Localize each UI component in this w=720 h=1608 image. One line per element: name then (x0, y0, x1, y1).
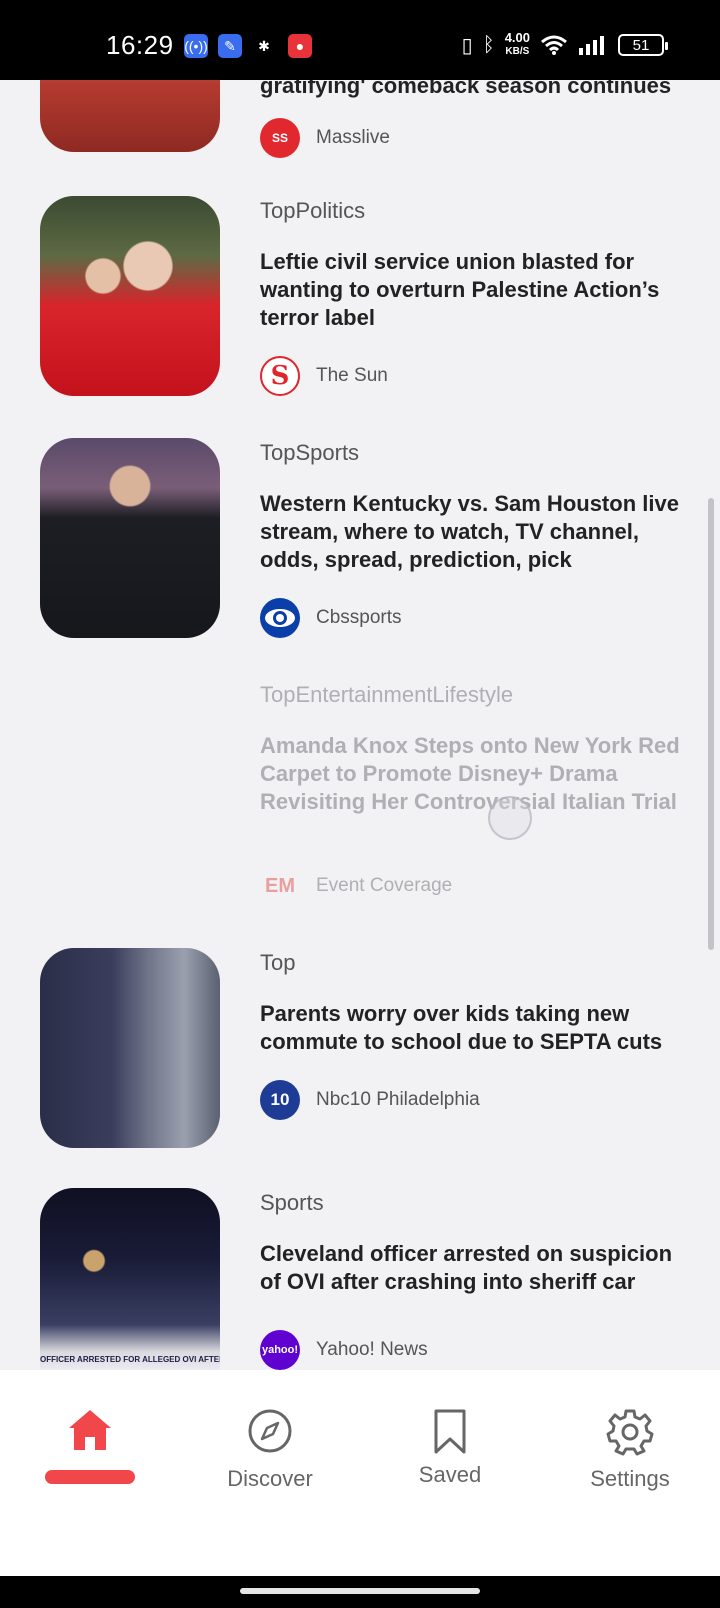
article-card[interactable]: Top Parents worry over kids taking new c… (0, 948, 720, 1178)
status-time: 16:29 (106, 30, 174, 60)
the-sun-logo-icon: S (260, 356, 300, 396)
yahoo-logo-icon: yahoo! (260, 1330, 300, 1370)
article-source[interactable]: EM Event Coverage (260, 866, 452, 906)
train-platform-photo-thumbnail[interactable] (40, 948, 220, 1148)
article-headline[interactable]: Leftie civil service union blasted for w… (260, 248, 680, 332)
signal-icon (579, 36, 604, 55)
network-speed-unit: KB/S (505, 46, 530, 57)
nav-home[interactable] (0, 1406, 180, 1484)
police-scene-photo-thumbnail[interactable]: OFFICER ARRESTED FOR ALLEGED OVI AFTER (40, 1188, 220, 1370)
broadcast-icon: ((•)) (184, 34, 208, 58)
vibrate-icon: ▯ (461, 34, 473, 57)
app-notification-icon: ✎ (218, 34, 242, 58)
article-headline[interactable]: Western Kentucky vs. Sam Houston live st… (260, 490, 680, 574)
masslive-logo-icon: SS (260, 118, 300, 158)
compass-icon (248, 1409, 292, 1453)
thumbnail-caption: OFFICER ARRESTED FOR ALLEGED OVI AFTER (40, 1355, 220, 1364)
article-source[interactable]: 10 Nbc10 Philadelphia (260, 1080, 480, 1120)
article-category: Top (260, 950, 296, 975)
source-name: Cbssports (316, 607, 402, 628)
bookmark-icon (434, 1409, 466, 1454)
article-source[interactable]: SS Masslive (260, 118, 390, 158)
article-card[interactable]: TopSports Western Kentucky vs. Sam Houst… (0, 438, 720, 668)
active-tab-indicator (45, 1470, 135, 1484)
article-source[interactable]: Cbssports (260, 598, 402, 638)
gear-icon (606, 1409, 654, 1456)
event-coverage-logo-icon: EM (265, 874, 295, 897)
article-headline[interactable]: Parents worry over kids taking new commu… (260, 1000, 680, 1056)
home-gesture-bar[interactable] (240, 1588, 480, 1594)
nav-label: Settings (590, 1466, 670, 1491)
cbs-eye-logo-icon (260, 598, 300, 638)
nbc10-logo-icon: 10 (260, 1080, 300, 1120)
article-source[interactable]: yahoo! Yahoo! News (260, 1330, 428, 1370)
article-source[interactable]: S The Sun (260, 356, 388, 396)
article-card[interactable]: OFFICER ARRESTED FOR ALLEGED OVI AFTER S… (0, 1188, 720, 1370)
nav-settings[interactable]: Settings (540, 1406, 720, 1492)
news-feed[interactable]: gratifying' comeback season continues SS… (0, 80, 720, 1370)
screen-record-icon: ● (288, 34, 312, 58)
source-name: The Sun (316, 365, 388, 386)
nav-label: Discover (227, 1466, 313, 1491)
bottom-navigation: Discover Saved Settings (0, 1370, 720, 1576)
bluetooth-icon: ᛒ (482, 33, 495, 56)
status-right: ▯ ᛒ 4.00 KB/S 51 (461, 30, 668, 58)
article-card[interactable]: TopPolitics Leftie civil service union b… (0, 196, 720, 426)
article-card[interactable]: TopEntertainmentLifestyle Amanda Knox St… (0, 680, 720, 910)
status-bar: 16:29 ((•)) ✎ ✱ ● ▯ ᛒ 4.00 KB/S 51 (0, 0, 720, 80)
gesture-area (0, 1576, 720, 1608)
nav-discover[interactable]: Discover (180, 1406, 360, 1492)
article-headline[interactable]: Amanda Knox Steps onto New York Red Carp… (260, 732, 680, 816)
network-speed-value: 4.00 (504, 30, 530, 45)
article-category: TopEntertainmentLifestyle (260, 682, 514, 707)
network-speed: 4.00 KB/S (504, 30, 530, 58)
nav-label: Saved (418, 1462, 482, 1487)
article-category: TopSports (260, 440, 360, 465)
source-name: Masslive (316, 127, 390, 148)
article-category: Sports (260, 1190, 324, 1215)
nav-saved[interactable]: Saved (360, 1406, 540, 1488)
wifi-icon (541, 35, 567, 55)
coach-photo-thumbnail[interactable] (40, 438, 220, 638)
protest-photo-thumbnail[interactable] (40, 196, 220, 396)
baseball-photo-thumbnail[interactable] (40, 80, 220, 152)
cbs-eye-icon (265, 609, 295, 627)
source-name: Yahoo! News (316, 1339, 428, 1360)
source-name: Nbc10 Philadelphia (316, 1089, 480, 1110)
article-category: TopPolitics (260, 198, 366, 223)
battery-indicator: 51 (618, 34, 668, 56)
scrollbar[interactable] (708, 498, 714, 950)
touch-ripple (488, 796, 532, 840)
source-name: Event Coverage (316, 875, 453, 896)
article-headline[interactable]: Cleveland officer arrested on suspicion … (260, 1240, 680, 1296)
home-icon (69, 1410, 111, 1450)
article-headline[interactable]: gratifying' comeback season continues (260, 80, 680, 100)
bug-icon: ✱ (252, 34, 276, 58)
